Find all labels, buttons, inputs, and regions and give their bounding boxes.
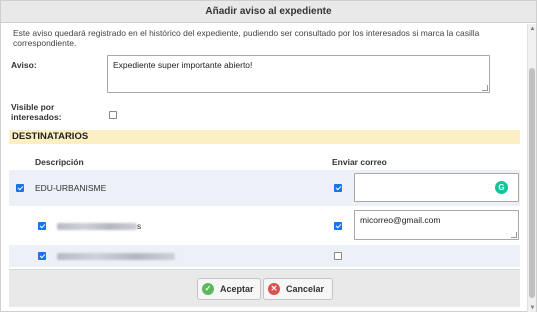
- send-email-checkbox[interactable]: [334, 222, 342, 230]
- dialog-title: Añadir aviso al expediente: [1, 1, 536, 23]
- visible-label-line2: interesados:: [11, 112, 62, 122]
- blurred-name: [57, 253, 175, 260]
- check-circle-icon: ✓: [202, 283, 214, 295]
- scroll-thumb[interactable]: [529, 68, 535, 298]
- aviso-text: Expediente super importante abierto!: [113, 60, 253, 70]
- table-row: s micorreo@gmail.com: [9, 208, 520, 243]
- accept-label: Aceptar: [220, 284, 254, 294]
- scroll-down-icon[interactable]: ▼: [529, 304, 536, 312]
- add-notice-dialog: Añadir aviso al expediente Este aviso qu…: [0, 0, 537, 312]
- cancel-circle-icon: ✕: [268, 283, 280, 295]
- email-text: micorreo@gmail.com: [360, 215, 441, 225]
- accept-button[interactable]: ✓ Aceptar: [197, 278, 261, 300]
- name-suffix: s: [137, 221, 142, 231]
- row-select-checkbox[interactable]: [38, 222, 46, 230]
- resize-handle-icon[interactable]: [482, 85, 488, 91]
- send-email-checkbox[interactable]: [334, 184, 342, 192]
- row-description: EDU-URBANISME: [35, 183, 107, 193]
- email-input[interactable]: micorreo@gmail.com: [354, 210, 519, 240]
- destinatarios-header: DESTINATARIOS: [9, 130, 520, 144]
- visible-checkbox[interactable]: [109, 111, 117, 119]
- table-row: EDU-URBANISME G: [9, 170, 520, 206]
- row-select-checkbox[interactable]: [16, 184, 24, 192]
- aviso-label: Aviso:: [11, 60, 37, 70]
- table-row: [9, 245, 520, 267]
- visible-label-line1: Visible por: [11, 102, 55, 112]
- info-text: Este aviso quedará registrado en el hist…: [13, 28, 480, 48]
- resize-handle-icon[interactable]: [511, 232, 517, 238]
- aviso-textarea[interactable]: Expediente super importante abierto!: [107, 55, 490, 93]
- vertical-scrollbar[interactable]: ▲ ▼: [527, 24, 536, 312]
- email-input[interactable]: G: [354, 173, 519, 202]
- dialog-content: Este aviso quedará registrado en el hist…: [1, 24, 528, 312]
- blurred-name: [57, 223, 137, 230]
- cancel-button[interactable]: ✕ Cancelar: [263, 278, 333, 300]
- col-descripcion: Descripción: [35, 157, 84, 167]
- send-email-checkbox[interactable]: [334, 252, 342, 260]
- scroll-up-icon[interactable]: ▲: [529, 25, 536, 33]
- col-enviar-correo: Enviar correo: [332, 157, 387, 167]
- cancel-label: Cancelar: [286, 284, 325, 294]
- grammarly-icon[interactable]: G: [495, 181, 508, 194]
- row-select-checkbox[interactable]: [38, 252, 46, 260]
- button-bar: ✓ Aceptar ✕ Cancelar: [9, 269, 520, 307]
